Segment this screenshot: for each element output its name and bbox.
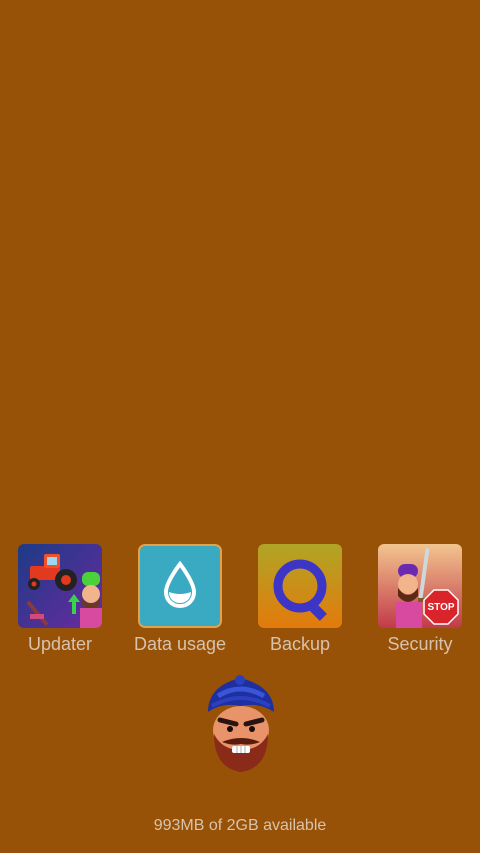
app-security[interactable]: STOP Security xyxy=(360,544,480,664)
app-updater[interactable]: Updater xyxy=(0,544,120,664)
svg-text:STOP: STOP xyxy=(427,602,454,613)
storage-available-text: 993MB of 2GB available xyxy=(153,817,327,834)
backup-q-icon xyxy=(258,544,342,628)
app-data-usage[interactable]: Data usage xyxy=(120,544,240,664)
app-backup[interactable]: Backup xyxy=(240,544,360,664)
turbaned-man-mascot-icon[interactable] xyxy=(200,672,282,776)
security-stop-icon: STOP xyxy=(378,544,462,628)
app-security-label: Security xyxy=(387,634,453,654)
water-drop-icon xyxy=(138,544,222,628)
app-backup-label: Backup xyxy=(269,634,331,654)
app-data-usage-label: Data usage xyxy=(133,634,227,654)
app-row: Updater Data usage Backup STOP Security xyxy=(0,544,480,664)
app-updater-label: Updater xyxy=(27,634,93,654)
updater-tractor-icon xyxy=(18,544,102,628)
